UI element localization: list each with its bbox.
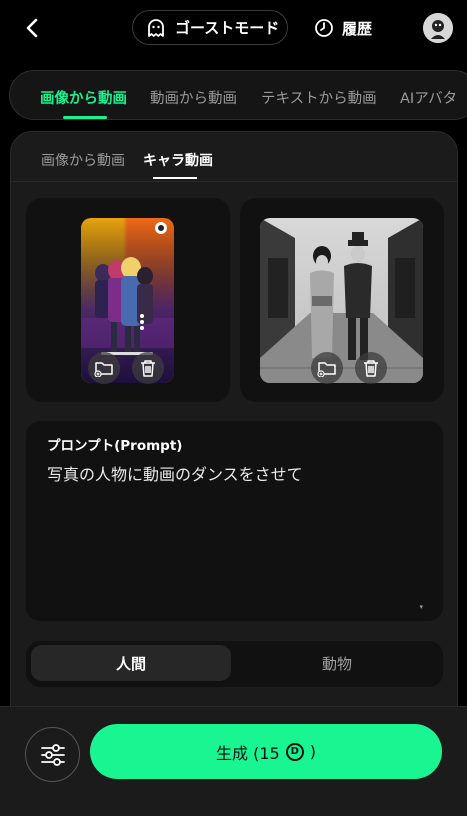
delete-video-button[interactable] xyxy=(132,352,164,384)
user-avatar-icon xyxy=(423,13,453,43)
sliders-icon xyxy=(40,743,65,766)
active-tab-indicator xyxy=(63,116,107,119)
delete-photo-button[interactable] xyxy=(355,352,387,384)
prompt-label: プロンプト(Prompt) xyxy=(47,438,183,454)
trash-icon xyxy=(141,360,155,377)
settings-button[interactable] xyxy=(25,727,80,782)
avatar[interactable] xyxy=(423,13,453,43)
tab-image-to-video[interactable]: 画像から動画 xyxy=(40,87,127,108)
option-animal[interactable]: 動物 xyxy=(237,645,437,681)
active-subtab-indicator xyxy=(153,177,197,179)
replace-photo-button[interactable] xyxy=(311,352,343,384)
coin-icon: D xyxy=(285,742,304,761)
folder-add-icon xyxy=(317,362,336,377)
subtab-image-to-video[interactable]: 画像から動画 xyxy=(41,150,125,170)
source-photo-panel xyxy=(240,198,444,402)
replace-video-button[interactable] xyxy=(88,352,120,384)
main-tabs: 画像から動画 動画から動画 テキストから動画 AIアバタ xyxy=(9,70,467,120)
clock-icon xyxy=(315,19,333,37)
resize-handle-icon[interactable]: ▾ xyxy=(419,603,423,611)
tab-video-to-video[interactable]: 動画から動画 xyxy=(150,87,237,108)
option-human[interactable]: 人間 xyxy=(31,645,231,681)
history-label: 履歴 xyxy=(342,19,373,38)
character-video-actions xyxy=(88,352,164,384)
generate-label-suffix: ) xyxy=(309,742,316,761)
back-button[interactable] xyxy=(18,14,46,42)
subtab-character-video[interactable]: キャラ動画 xyxy=(143,150,213,170)
source-photo-actions xyxy=(311,352,387,384)
subject-type-toggle: 人間 動物 xyxy=(26,641,443,687)
history-button[interactable]: 履歴 xyxy=(314,14,372,42)
tab-text-to-video[interactable]: テキストから動画 xyxy=(261,87,377,108)
tab-ai-avatar[interactable]: AIアバタ xyxy=(400,87,457,108)
chevron-left-icon xyxy=(26,18,38,38)
top-bar: ゴーストモード 履歴 xyxy=(0,0,467,56)
folder-add-icon xyxy=(94,362,113,377)
generate-label: 生成 (15 xyxy=(216,743,280,763)
trash-icon xyxy=(364,360,378,377)
bottom-bar: 生成 (15 D ) xyxy=(0,706,467,816)
character-video-panel xyxy=(26,198,230,402)
ghost-mode-button[interactable]: ゴーストモード xyxy=(132,10,288,45)
generate-button[interactable]: 生成 (15 D ) xyxy=(90,724,442,779)
prompt-input[interactable]: プロンプト(Prompt) 写真の人物に動画のダンスをさせて ▾ xyxy=(26,421,443,621)
ghost-mode-label: ゴーストモード xyxy=(175,19,280,37)
prompt-text[interactable]: 写真の人物に動画のダンスをさせて xyxy=(47,461,303,485)
sub-tabs: 画像から動画 キャラ動画 xyxy=(11,132,457,182)
ghost-icon xyxy=(148,18,164,37)
